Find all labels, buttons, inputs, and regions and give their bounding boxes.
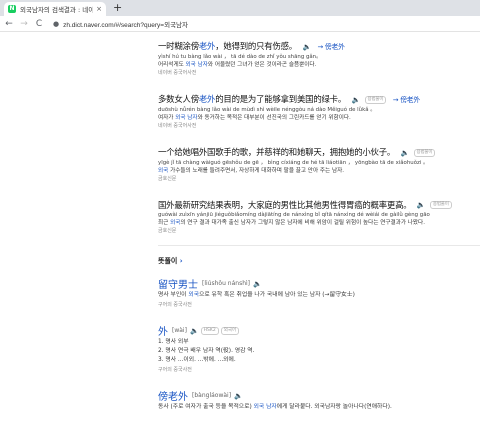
example-source[interactable]: 네이버 중국어사전 [158,122,480,130]
example-chinese: 一时糊涂傍老外，她得到的只有伤感。 🔈 → 傍老外 [158,41,345,53]
example-source[interactable]: 금호신문 [158,227,480,235]
new-tab-button[interactable]: + [113,1,122,14]
speaker-icon[interactable]: 🔈 [234,392,243,400]
example-sentence: 一时糊涂傍老外，她得到的只有伤感。 🔈 → 傍老外 yìshí hú tu bà… [158,40,480,77]
example-pinyin: yīgè jǐ tā chàng wàiguó gēshǒu de gē ， b… [158,159,429,166]
example-sentence: 国外最新研究结果表明，大家庭的男性比其他男性得胃癌的概率更高。 🔈 용법풀이 g… [158,199,480,236]
speaker-icon[interactable]: 🔈 [352,94,361,106]
dictionary-entry: 傍老外 [bàngláowài] 🔈 동사 (주로 여자가 출국 등을 목적으로… [158,388,480,412]
lock-icon[interactable]: ● [53,20,59,28]
entry-word[interactable]: 外 [158,323,168,338]
example-sentence: 一个给她唱外国歌手的歌，并慈祥的和她聊天，拥抱她的小伙子。 🔈 용법풀이 yīg… [158,146,480,183]
level-badge: 외국어 [220,326,240,335]
usage-badge[interactable]: 용법풀이 [364,95,387,104]
example-korean: 외국 가수들의 노래를 들려주면서, 자상하게 대화하며 팔을 끌고 안아 주는… [158,167,345,174]
example-korean: 여자가 외국 남자와 동거하는 목적은 대부분이 선진국의 그린카드를 얻기 위… [158,115,351,121]
tab-title: 외국남자의 검색결과 : 네이버 [20,6,94,14]
entry-pinyin: [liúshǒu nánshì] [202,280,251,287]
entry-definition: 3. 명사 ...이외. ...밖에. ...외에. [158,357,236,363]
speaker-icon[interactable]: 🔈 [253,280,262,288]
speaker-icon[interactable]: 🔈 [417,199,426,211]
entry-link[interactable]: → 傍老外 [393,96,420,104]
dictionary-entry: 留守男士 [liúshǒu nánshì] 🔈 명사 부인이 외국으로 유학 혹… [158,276,480,309]
entry-definition: 2. 명사 연극 배우 남자 역(役). 영감 역. [158,348,255,354]
naver-favicon-icon: N [8,5,16,13]
entry-definition: 1. 명사 외부 [158,339,189,345]
dictionary-results: 一时糊涂傍老外，她得到的只有伤感。 🔈 → 傍老外 yìshí hú tu bà… [158,32,480,447]
level-badge: HSK2 [200,326,219,335]
tab-strip: N 외국남자의 검색결과 : 네이버 × + [0,0,480,16]
speaker-icon[interactable]: 🔈 [302,41,311,53]
browser-tab[interactable]: N 외국남자의 검색결과 : 네이버 × [4,2,106,16]
entry-pinyin: [wài] [172,327,187,334]
back-button[interactable]: ← [3,19,15,29]
entry-word[interactable]: 傍老外 [158,388,188,403]
reload-button[interactable]: C [33,19,45,29]
example-pinyin: yìshí hú tu bàng lǎo wài ， tā dé dào de … [158,54,322,60]
section-title[interactable]: 뜻풀이 › [158,256,480,266]
chevron-right-icon: › [179,257,183,265]
example-pinyin: duōshù nǚrén bàng lǎo wài de mùdì shì wè… [158,107,376,113]
example-source[interactable]: 네이버 중국어사전 [158,69,480,77]
entry-source[interactable]: 구어의 중국사전 [158,301,480,309]
speaker-icon[interactable]: 🔈 [401,147,410,159]
entry-definition: 명사 부인이 외국으로 유학 혹은 취업을 나가 국내에 남아 있는 남자 (→… [158,292,355,298]
example-korean: 최근 외국의 연구 결과 대가족 출신 남자가 그렇지 않은 남자에 비해 위암… [158,220,425,226]
dictionary-entry: 外 [wài] 🔈 HSK2 외국어 1. 명사 외부 2. 명사 연극 배우 … [158,323,480,374]
browser-toolbar: ← → C ● zh.dict.naver.com/#/search?query… [0,16,480,32]
usage-badge[interactable]: 용법풀이 [413,148,436,157]
speaker-icon[interactable]: 🔈 [190,327,199,335]
example-sentence: 多数女人傍老外的目的是为了能够拿到美国的绿卡。 🔈 용법풀이 → 傍老外 duō… [158,93,480,130]
forward-button[interactable]: → [18,19,30,29]
entry-source[interactable]: 구어의 중국사전 [158,366,480,374]
entry-definition: 동사 (주로 여자가 출국 등을 목적으로) 외국 남자에게 달라붙다. 외국남… [158,404,392,410]
example-source[interactable]: 금호신문 [158,175,480,183]
divider [158,245,480,246]
example-pinyin: guówài zuìxīn yánjiū jiéguǒbiǎomíng dàji… [158,212,430,218]
entry-word[interactable]: 留守男士 [158,276,198,291]
example-korean: 어리석게도 외국 남자와 어울렸던 그녀가 얻은 것이라곤 슬픔뿐이다. [158,62,317,68]
address-bar[interactable]: zh.dict.naver.com/#/search?query=외국남자 [63,19,188,29]
close-tab-icon[interactable]: × [96,5,102,13]
entry-link[interactable]: → 傍老外 [317,43,344,51]
entry-pinyin: [bàngláowài] [192,392,232,399]
example-chinese: 国外最新研究结果表明，大家庭的男性比其他男性得胃癌的概率更高。 🔈 용법풀이 [158,199,480,212]
usage-badge[interactable]: 용법풀이 [429,201,452,209]
example-chinese: 多数女人傍老外的目的是为了能够拿到美国的绿卡。 🔈 용법풀이 → 傍老外 [158,94,420,106]
example-chinese: 一个给她唱外国歌手的歌，并慈祥的和她聊天，拥抱她的小伙子。 🔈 용법풀이 [158,146,480,159]
